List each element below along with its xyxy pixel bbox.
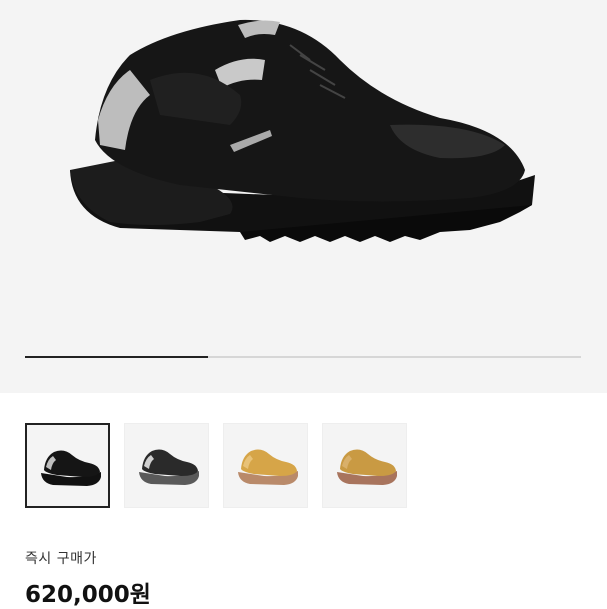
product-image-area[interactable] xyxy=(0,0,607,393)
thumbnail-shoe-image xyxy=(238,449,298,485)
gallery-progress-fill xyxy=(25,356,209,358)
thumbnail-shoe-image xyxy=(139,449,199,485)
thumbnail-strip xyxy=(25,423,407,508)
thumbnail-wheat-shoe-2[interactable] xyxy=(322,423,407,508)
instant-buy-label: 즉시 구매가 xyxy=(25,551,97,567)
thumbnail-black-shoe[interactable] xyxy=(25,423,110,508)
thumbnail-shoe-image xyxy=(41,450,101,486)
product-shoe-image xyxy=(70,19,535,242)
thumbnail-gray-shoe[interactable] xyxy=(124,423,209,508)
gallery-progress-track[interactable] xyxy=(25,356,581,358)
price: 620,000원 xyxy=(25,582,151,608)
thumbnail-wheat-shoe[interactable] xyxy=(223,423,308,508)
thumbnail-shoe-image xyxy=(337,449,397,485)
